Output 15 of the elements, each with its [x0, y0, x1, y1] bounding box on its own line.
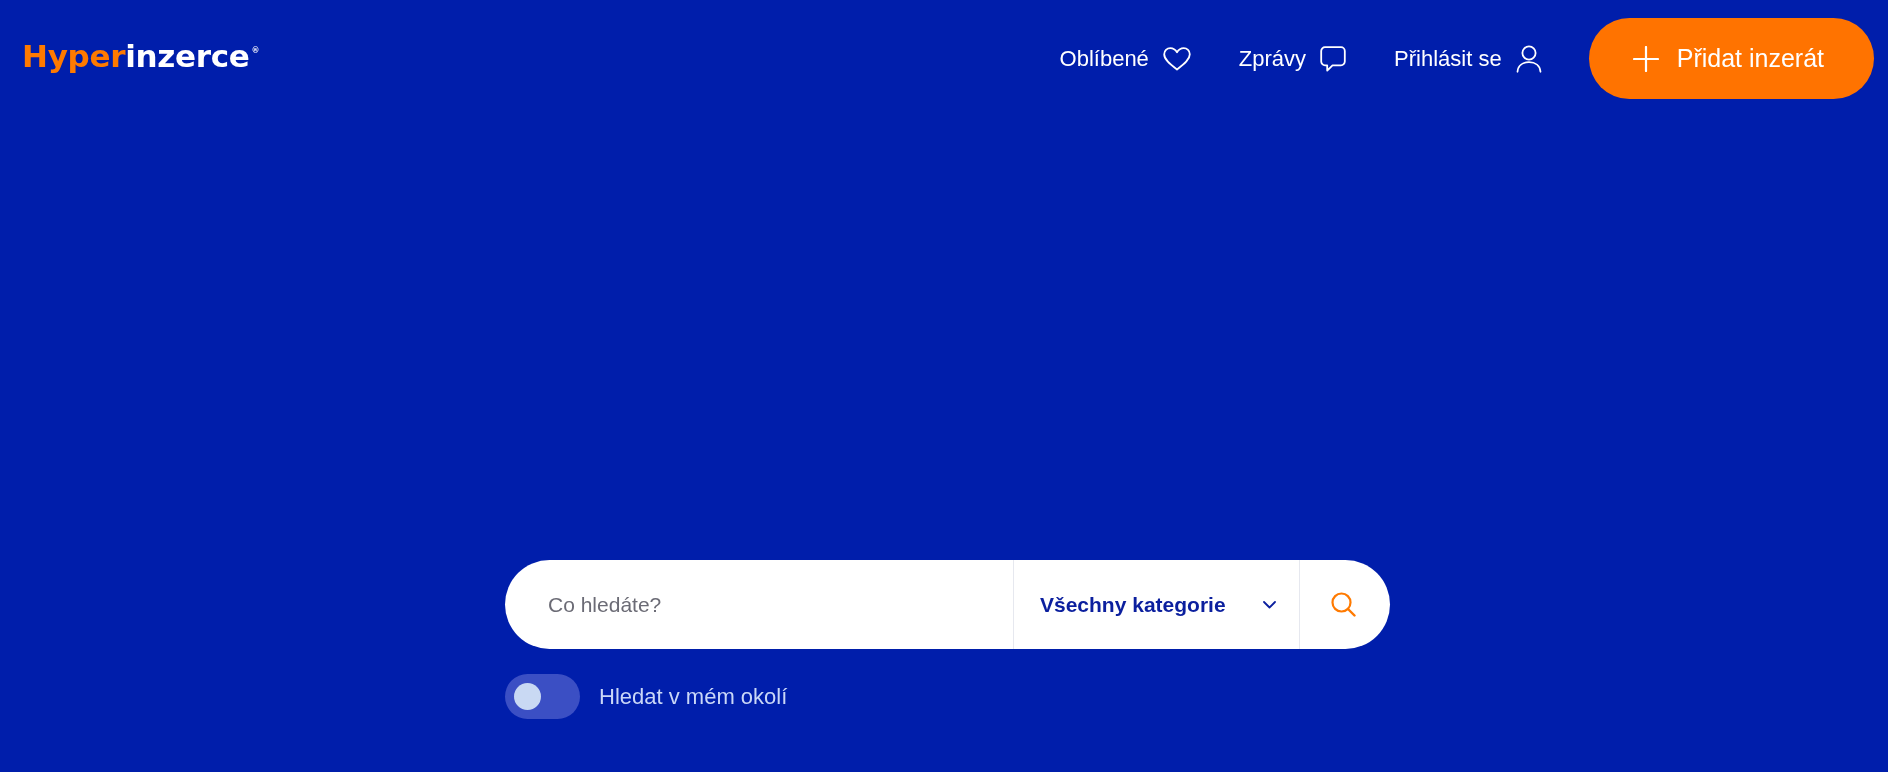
nearby-search-label: Hledat v mém okolí	[599, 683, 788, 710]
favorites-link[interactable]: Oblíbené	[1059, 45, 1191, 72]
login-link[interactable]: Přihlásit se	[1394, 44, 1542, 73]
search-button[interactable]	[1299, 560, 1390, 649]
category-dropdown[interactable]: Všechny kategorie	[1013, 560, 1299, 649]
search-field[interactable]: Co hledáte?	[505, 560, 1013, 649]
toggle-switch[interactable]	[505, 674, 580, 719]
user-icon	[1515, 44, 1542, 73]
search-icon	[1330, 592, 1356, 617]
chevron-down-icon	[1263, 600, 1276, 609]
messages-link[interactable]: Zprávy	[1238, 45, 1347, 72]
plus-icon	[1632, 45, 1659, 72]
chat-bubble-icon	[1320, 45, 1347, 72]
heart-icon	[1162, 46, 1191, 71]
logo[interactable]: Hyperinzerce$^{®}$	[22, 41, 260, 76]
